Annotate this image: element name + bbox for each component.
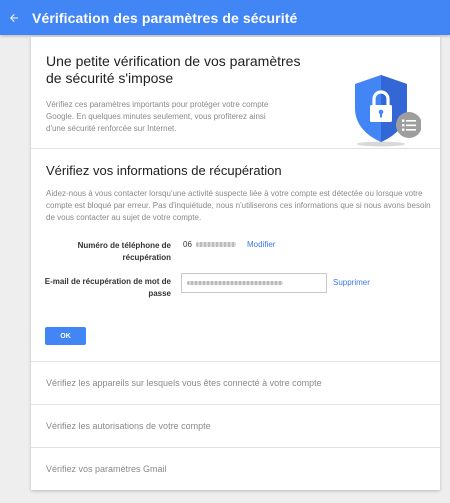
divider <box>31 148 440 149</box>
phone-prefix: 06 <box>183 240 192 249</box>
check-gmail-row[interactable]: Vérifiez vos paramètres Gmail <box>31 448 440 490</box>
arrow-back-icon <box>10 13 18 22</box>
check-devices-row[interactable]: Vérifiez les appareils sur lesquels vous… <box>31 362 440 404</box>
intro-title: Une petite vérification de vos paramètre… <box>46 53 301 86</box>
recovery-email-field[interactable] <box>181 273 327 293</box>
page-title: Vérification des paramètres de sécurité <box>32 9 298 26</box>
shield-lock-icon <box>355 75 421 147</box>
recovery-phone-value: 06 <box>183 240 236 249</box>
back-button[interactable] <box>2 6 26 30</box>
redacted-email <box>187 281 283 285</box>
security-checkup-card: Une petite vérification de vos paramètre… <box>31 37 440 490</box>
redacted-phone <box>195 242 236 248</box>
recovery-title: Vérifiez vos informations de récupératio… <box>46 163 282 178</box>
app-bar: Vérification des paramètres de sécurité <box>0 0 450 35</box>
intro-section: Une petite vérification de vos paramètre… <box>31 37 440 148</box>
recovery-email-label: E-mail de récupération de mot de passe <box>44 277 171 298</box>
ok-button[interactable]: OK <box>45 327 86 345</box>
intro-description: Vérifiez ces paramètres importants pour … <box>46 100 269 133</box>
recovery-phone-label: Numéro de téléphone de récupération <box>77 241 171 262</box>
delete-email-link[interactable]: Supprimer <box>333 278 370 287</box>
modify-phone-link[interactable]: Modifier <box>247 240 275 249</box>
check-permissions-row[interactable]: Vérifiez les autorisations de votre comp… <box>31 405 440 447</box>
recovery-description: Aidez-nous à vous contacter lorsqu'une a… <box>46 189 431 222</box>
